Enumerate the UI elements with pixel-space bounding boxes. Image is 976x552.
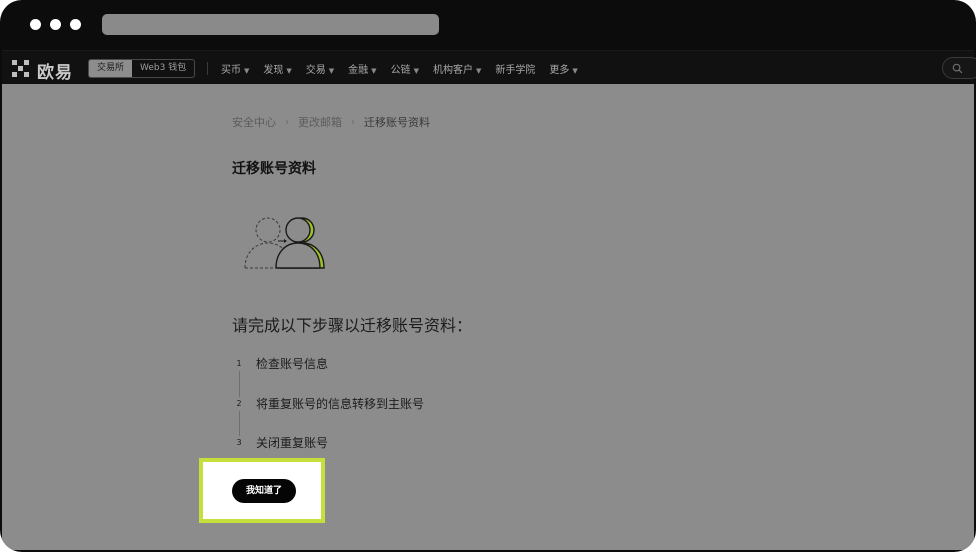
tab-exchange[interactable]: 交易所 — [89, 60, 133, 77]
window-dot[interactable] — [50, 19, 61, 30]
menu-item-institutional[interactable]: 机构客户 ▼ — [433, 61, 481, 76]
chevron-right-icon: › — [351, 116, 355, 128]
chevron-down-icon: ▼ — [286, 66, 292, 75]
got-it-button[interactable]: 我知道了 — [232, 479, 296, 503]
chevron-down-icon: ▼ — [413, 66, 419, 75]
step-item: 3 关闭重复账号 — [232, 434, 328, 451]
page-content: 安全中心 › 更改邮箱 › 迁移账号资料 迁移账号资料 请完成以下步骤以迁移账号… — [2, 84, 974, 550]
okx-logo-icon[interactable] — [12, 60, 30, 78]
chevron-down-icon: ▼ — [244, 66, 250, 75]
chevron-down-icon: ▼ — [475, 66, 482, 75]
browser-chrome — [0, 0, 976, 50]
step-number: 2 — [232, 396, 246, 411]
chevron-down-icon: ▼ — [328, 66, 335, 75]
step-item: 1 检查账号信息 — [232, 355, 328, 372]
chevron-down-icon: ▼ — [572, 66, 578, 75]
search-button[interactable] — [942, 57, 976, 79]
nav-divider — [207, 62, 208, 75]
menu-item-academy[interactable]: 新手学院 — [495, 61, 535, 76]
step-number: 3 — [232, 435, 246, 450]
breadcrumb-change-email[interactable]: 更改邮箱 — [298, 114, 342, 130]
instructions-text: 请完成以下步骤以迁移账号资料： — [232, 316, 473, 335]
breadcrumb-security-center[interactable]: 安全中心 — [232, 114, 276, 130]
platform-switch: 交易所 Web3 钱包 — [88, 59, 196, 78]
menu-item-more[interactable]: 更多 ▼ — [549, 61, 577, 76]
search-icon — [952, 63, 963, 74]
app-window: 欧易 交易所 Web3 钱包 买币 ▼ 发现 ▼ 交易 ▼ 金融 ▼ 公链 ▼ 机构客户 ▼… — [0, 0, 976, 552]
breadcrumb: 安全中心 › 更改邮箱 › 迁移账号资料 — [232, 114, 430, 130]
step-text: 检查账号信息 — [256, 357, 329, 371]
step-number: 1 — [232, 356, 246, 371]
account-migration-illustration — [244, 217, 325, 269]
menu-item-discover[interactable]: 发现 ▼ — [263, 61, 291, 76]
tab-web3-wallet[interactable]: Web3 钱包 — [132, 60, 194, 77]
address-bar[interactable] — [102, 14, 439, 35]
window-dot[interactable] — [30, 19, 41, 30]
menu-item-finance[interactable]: 金融 ▼ — [348, 61, 376, 76]
highlight-box: 我知道了 — [199, 458, 325, 523]
menu-item-chain[interactable]: 公链 ▼ — [391, 61, 419, 76]
menu-item-buy[interactable]: 买币 ▼ — [221, 61, 249, 76]
breadcrumb-current: 迁移账号资料 — [364, 116, 430, 129]
menu-item-trade[interactable]: 交易 ▼ — [306, 61, 334, 76]
main-menu: 买币 ▼ 发现 ▼ 交易 ▼ 金融 ▼ 公链 ▼ 机构客户 ▼ 新手学院 更多 ▼ — [221, 51, 592, 85]
chevron-down-icon: ▼ — [371, 66, 377, 75]
chevron-right-icon: › — [285, 116, 289, 128]
step-item: 2 将重复账号的信息转移到主账号 — [232, 395, 424, 412]
logo-text[interactable]: 欧易 — [37, 58, 73, 83]
step-text: 将重复账号的信息转移到主账号 — [256, 397, 425, 411]
top-navigation: 欧易 交易所 Web3 钱包 买币 ▼ 发现 ▼ 交易 ▼ 金融 ▼ 公链 ▼ 机构客户 ▼… — [2, 50, 976, 85]
window-dot[interactable] — [70, 19, 81, 30]
page-title: 迁移账号资料 — [232, 161, 316, 177]
step-text: 关闭重复账号 — [256, 436, 329, 450]
